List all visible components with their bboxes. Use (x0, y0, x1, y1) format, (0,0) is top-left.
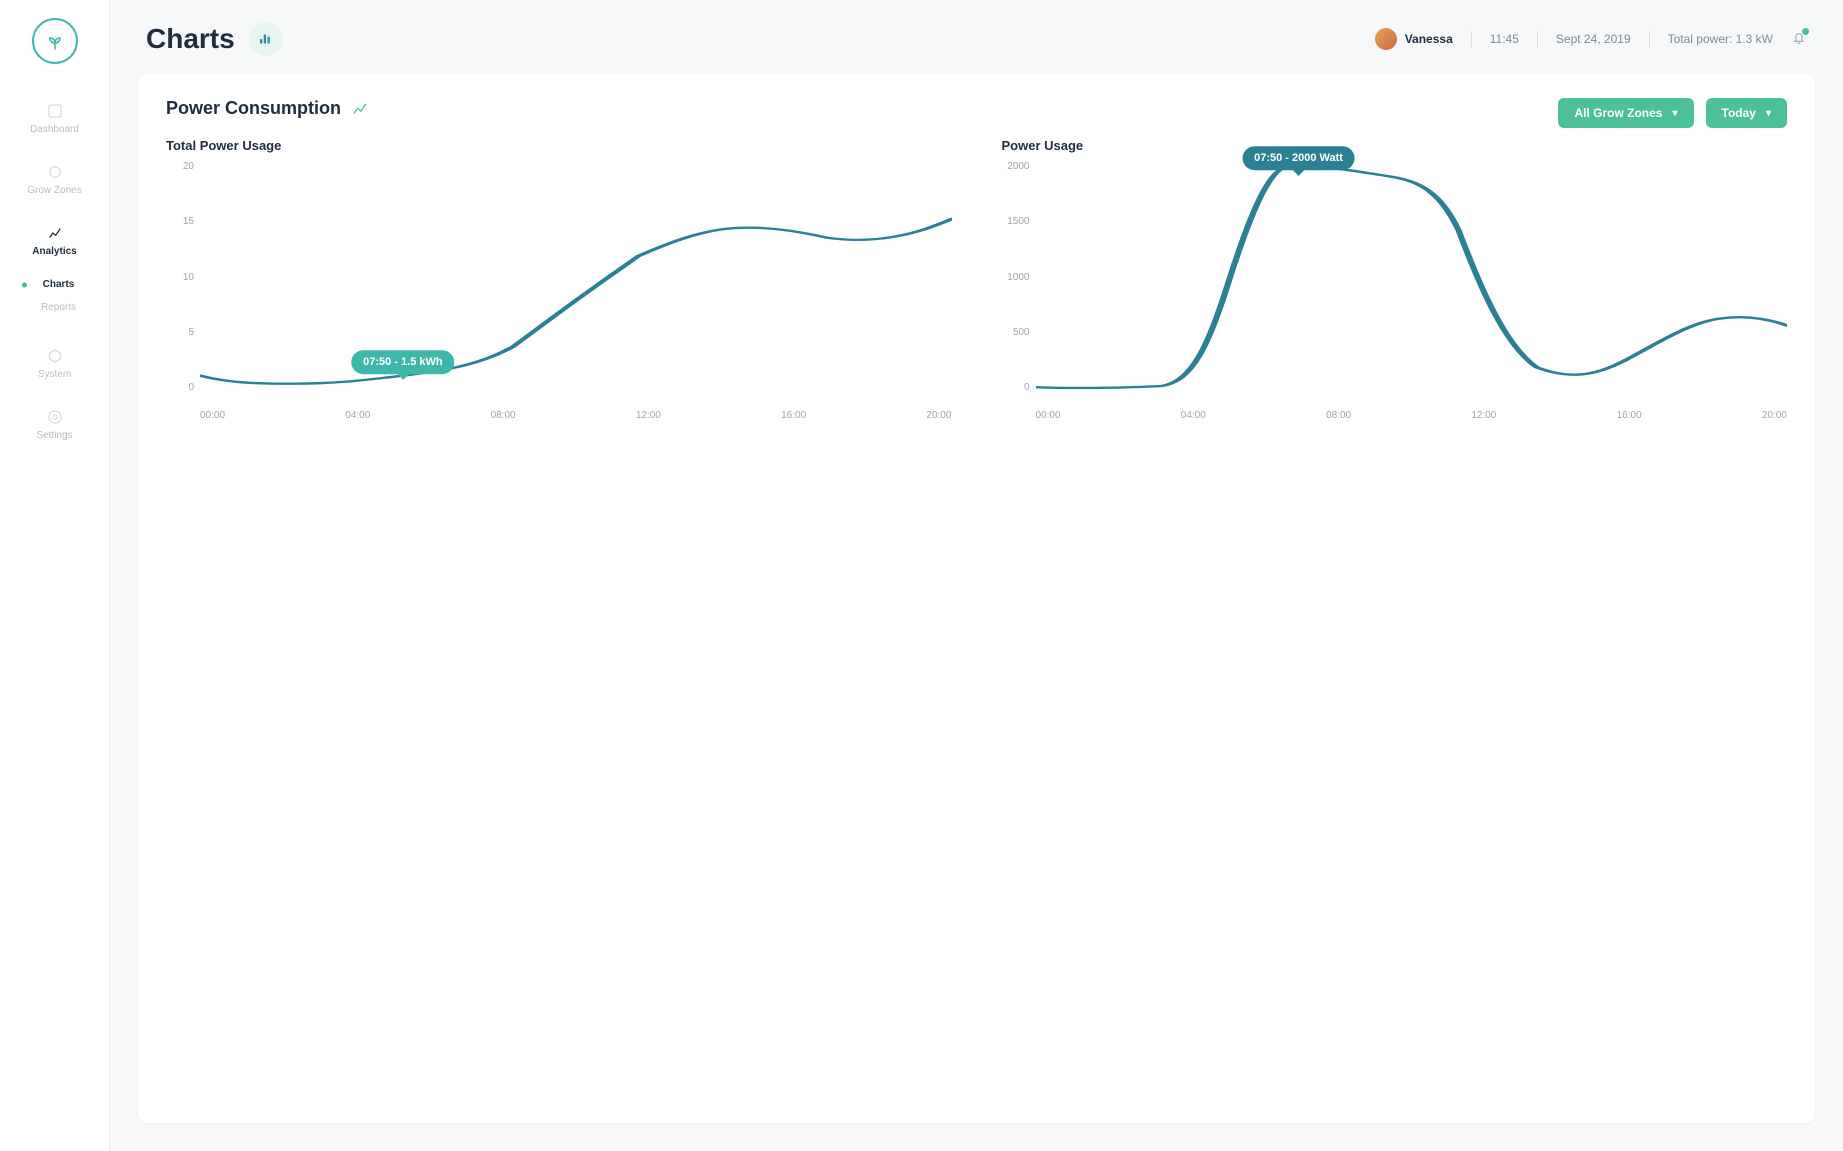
panel-title-text: Power Consumption (166, 98, 341, 119)
sidebar-sub-charts[interactable]: Charts (8, 273, 109, 296)
x-tick: 20:00 (1762, 410, 1787, 421)
panel-header: Power Consumption All Grow Zones ▾ Today… (166, 98, 1787, 128)
y-tick: 10 (166, 272, 194, 283)
sidebar-item-grow-zones[interactable]: Grow Zones (0, 149, 109, 210)
system-icon (46, 347, 64, 365)
y-tick: 0 (1002, 382, 1030, 393)
y-tick: 0 (166, 382, 194, 393)
filter-group: All Grow Zones ▾ Today ▾ (1558, 98, 1787, 128)
x-tick: 16:00 (781, 410, 806, 421)
panel-title: Power Consumption (166, 98, 369, 119)
chart-area: 20 15 10 5 0 07:50 - 1.5 kWh 00:00 (166, 161, 952, 421)
avatar (1375, 28, 1397, 50)
page-title: Charts (146, 22, 283, 56)
sidebar-item-label: Grow Zones (27, 185, 81, 196)
sidebar-item-label: Settings (36, 430, 72, 441)
user-chip[interactable]: Vanessa (1375, 28, 1453, 50)
sidebar: Dashboard Grow Zones Analytics Charts Re… (0, 0, 110, 1151)
divider (1471, 31, 1472, 47)
chart-title: Total Power Usage (166, 138, 952, 153)
notification-dot (1802, 28, 1809, 35)
chart-area: 2000 1500 1000 500 0 07:50 - 2000 Watt 0… (1002, 161, 1788, 421)
notifications-button[interactable] (1791, 30, 1807, 49)
divider (1649, 31, 1650, 47)
x-tick: 04:00 (345, 410, 370, 421)
topbar: Charts Vanessa 11:45 Sept 24, 2019 Total… (110, 0, 1843, 68)
y-tick: 15 (166, 216, 194, 227)
sidebar-subnav: Charts Reports (0, 273, 109, 319)
sidebar-sub-label: Reports (41, 302, 76, 313)
filter-range-label: Today (1722, 106, 1756, 120)
chart-total-power-usage: Total Power Usage 20 15 10 5 0 07:50 - 1… (166, 138, 952, 421)
sidebar-item-dashboard[interactable]: Dashboard (0, 88, 109, 149)
x-axis: 00:00 04:00 08:00 12:00 16:00 20:00 (200, 410, 952, 421)
sidebar-item-analytics[interactable]: Analytics (0, 210, 109, 271)
sidebar-item-label: Dashboard (30, 124, 79, 135)
y-axis: 2000 1500 1000 500 0 (1002, 161, 1030, 393)
charts-row: Total Power Usage 20 15 10 5 0 07:50 - 1… (166, 138, 1787, 421)
sidebar-item-settings[interactable]: Settings (0, 394, 109, 455)
user-name: Vanessa (1405, 32, 1453, 46)
chart-tooltip: 07:50 - 2000 Watt (1242, 146, 1355, 170)
y-tick: 500 (1002, 327, 1030, 338)
chart-title: Power Usage (1002, 138, 1788, 153)
y-axis: 20 15 10 5 0 (166, 161, 194, 393)
y-tick: 1500 (1002, 216, 1030, 227)
line-plot-svg (1036, 161, 1788, 393)
plot: 07:50 - 1.5 kWh (200, 161, 952, 393)
x-tick: 08:00 (491, 410, 516, 421)
sidebar-sub-reports[interactable]: Reports (8, 296, 109, 319)
sidebar-item-label: Analytics (32, 246, 76, 257)
x-tick: 12:00 (636, 410, 661, 421)
chevron-down-icon: ▾ (1766, 108, 1771, 119)
plot: 07:50 - 2000 Watt (1036, 161, 1788, 393)
page-title-text: Charts (146, 23, 235, 55)
x-tick: 00:00 (200, 410, 225, 421)
logo (32, 18, 78, 64)
y-tick: 1000 (1002, 272, 1030, 283)
gear-icon (46, 408, 64, 426)
x-tick: 20:00 (926, 410, 951, 421)
sidebar-item-system[interactable]: System (0, 333, 109, 394)
line-chart-icon (351, 100, 369, 118)
chevron-down-icon: ▾ (1672, 108, 1677, 119)
y-tick: 2000 (1002, 161, 1030, 172)
filter-zone-dropdown[interactable]: All Grow Zones ▾ (1558, 98, 1693, 128)
current-date: Sept 24, 2019 (1556, 32, 1631, 46)
topbar-right: Vanessa 11:45 Sept 24, 2019 Total power:… (1375, 28, 1807, 50)
chart-power-usage: Power Usage 2000 1500 1000 500 0 07:50 -… (1002, 138, 1788, 421)
x-axis: 00:00 04:00 08:00 12:00 16:00 20:00 (1036, 410, 1788, 421)
zones-icon (46, 163, 64, 181)
x-tick: 00:00 (1036, 410, 1061, 421)
x-tick: 04:00 (1181, 410, 1206, 421)
chart-tooltip: 07:50 - 1.5 kWh (351, 350, 454, 374)
line-plot-svg (200, 161, 952, 393)
sidebar-item-label: System (38, 369, 71, 380)
x-tick: 12:00 (1471, 410, 1496, 421)
total-power: Total power: 1.3 kW (1668, 32, 1773, 46)
divider (1537, 31, 1538, 47)
y-tick: 5 (166, 327, 194, 338)
clock-time: 11:45 (1490, 32, 1519, 46)
y-tick: 20 (166, 161, 194, 172)
panel-power-consumption: Power Consumption All Grow Zones ▾ Today… (138, 74, 1815, 1123)
main: Charts Vanessa 11:45 Sept 24, 2019 Total… (110, 0, 1843, 1151)
filter-zone-label: All Grow Zones (1574, 106, 1662, 120)
x-tick: 16:00 (1617, 410, 1642, 421)
sidebar-sub-label: Charts (43, 279, 75, 290)
filter-range-dropdown[interactable]: Today ▾ (1706, 98, 1787, 128)
x-tick: 08:00 (1326, 410, 1351, 421)
chart-bars-icon (249, 22, 283, 56)
analytics-icon (46, 224, 64, 242)
dashboard-icon (46, 102, 64, 120)
sprout-icon (43, 29, 67, 53)
